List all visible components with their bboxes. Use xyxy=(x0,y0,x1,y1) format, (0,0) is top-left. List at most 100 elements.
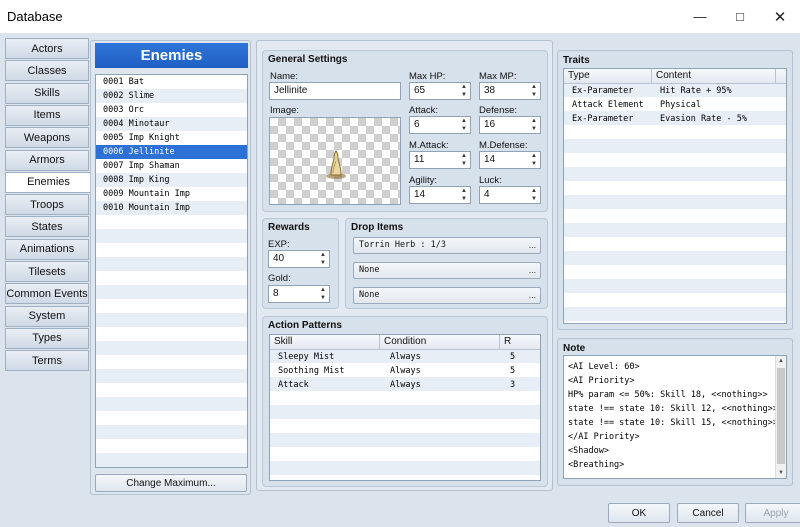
spin-arrows-icon[interactable]: ▲ ▼ xyxy=(318,287,328,301)
gold-value: 8 xyxy=(273,288,279,299)
mattack-field[interactable]: 11 ▲ ▼ xyxy=(409,151,471,169)
list-item[interactable]: 0005 Imp Knight xyxy=(96,131,247,145)
list-item[interactable]: 0002 Slime xyxy=(96,89,247,103)
image-label: Image: xyxy=(270,105,300,116)
maxmp-field[interactable]: 38 ▲ ▼ xyxy=(479,82,541,100)
mdefense-field[interactable]: 14 ▲ ▼ xyxy=(479,151,541,169)
enemies-list[interactable]: 0001 Bat 0002 Slime 0003 Orc 0004 Minotaur 0… xyxy=(95,74,248,468)
maxhp-value: 65 xyxy=(414,85,426,96)
close-icon[interactable]: ✕ xyxy=(760,0,800,33)
traits-title: Traits xyxy=(563,55,590,66)
drop-item-label: None xyxy=(359,265,380,275)
scroll-thumb[interactable] xyxy=(777,368,785,464)
col-skill[interactable]: Skill xyxy=(270,335,380,350)
defense-field[interactable]: 16 ▲ ▼ xyxy=(479,116,541,134)
col-type[interactable]: Type xyxy=(564,69,652,84)
scroll-down-icon[interactable]: ▼ xyxy=(778,470,784,476)
attack-field[interactable]: 6 ▲ ▼ xyxy=(409,116,471,134)
tab-items[interactable]: Items xyxy=(5,104,89,126)
attack-value: 6 xyxy=(414,119,420,130)
minimize-icon[interactable]: — xyxy=(680,0,720,33)
list-item[interactable]: 0008 Imp King xyxy=(96,173,247,187)
spin-arrows-icon[interactable]: ▲ ▼ xyxy=(459,84,469,98)
cancel-button[interactable]: Cancel xyxy=(677,503,739,523)
tab-skills[interactable]: Skills xyxy=(5,82,89,104)
exp-field[interactable]: 40 ▲ ▼ xyxy=(268,250,330,268)
spin-arrows-icon[interactable]: ▲ ▼ xyxy=(459,118,469,132)
list-item[interactable]: 0007 Imp Shaman xyxy=(96,159,247,173)
action-skill: Soothing Mist xyxy=(278,366,345,376)
note-line: state !== state 10: Skill 12, <<nothing>… xyxy=(568,404,778,414)
action-r: 5 xyxy=(510,366,516,376)
window-title: Database xyxy=(7,9,63,24)
col-content[interactable]: Content xyxy=(652,69,776,84)
list-item[interactable]: 0001 Bat xyxy=(96,75,247,89)
defense-value: 16 xyxy=(484,119,496,130)
luck-field[interactable]: 4 ▲ ▼ xyxy=(479,186,541,204)
mattack-value: 11 xyxy=(414,154,425,165)
mdefense-value: 14 xyxy=(484,154,496,165)
tab-armors[interactable]: Armors xyxy=(5,149,89,171)
spin-arrows-icon[interactable]: ▲ ▼ xyxy=(529,188,539,202)
ok-button[interactable]: OK xyxy=(608,503,670,523)
list-item[interactable]: 0004 Minotaur xyxy=(96,117,247,131)
trait-content: Hit Rate + 95% xyxy=(660,86,732,96)
tab-terms[interactable]: Terms xyxy=(5,350,89,372)
more-icon: ... xyxy=(528,265,536,275)
tab-system[interactable]: System xyxy=(5,305,89,327)
trait-type: Ex-Parameter xyxy=(572,86,634,96)
tab-tilesets[interactable]: Tilesets xyxy=(5,261,89,282)
list-item[interactable]: 0003 Orc xyxy=(96,103,247,117)
spin-arrows-icon[interactable]: ▲ ▼ xyxy=(529,84,539,98)
col-r[interactable]: R xyxy=(500,335,540,350)
action-patterns-table[interactable]: Skill Condition R Sleepy Mist Always 5 Soot… xyxy=(269,334,541,481)
action-skill: Attack xyxy=(278,380,309,390)
more-icon: ... xyxy=(528,290,536,300)
change-maximum-button[interactable]: Change Maximum... xyxy=(95,474,247,492)
spin-arrows-icon[interactable]: ▲ ▼ xyxy=(459,188,469,202)
trait-content: Evasion Rate - 5% xyxy=(660,114,747,124)
agility-field[interactable]: 14 ▲ ▼ xyxy=(409,186,471,204)
drop-item-label: None xyxy=(359,290,380,300)
list-item[interactable]: 0006 Jellinite xyxy=(96,145,247,159)
maximize-icon[interactable]: □ xyxy=(720,0,760,33)
drop-item-button[interactable]: None... xyxy=(353,287,541,304)
spin-arrows-icon[interactable]: ▲ ▼ xyxy=(529,118,539,132)
drop-items-title: Drop Items xyxy=(351,222,404,233)
spin-arrows-icon[interactable]: ▲ ▼ xyxy=(529,153,539,167)
list-item[interactable]: 0010 Mountain Imp xyxy=(96,201,247,215)
note-line: <AI Priority> xyxy=(568,376,635,386)
tab-states[interactable]: States xyxy=(5,216,89,238)
tab-troops[interactable]: Troops xyxy=(5,194,89,216)
scroll-up-icon[interactable]: ▲ xyxy=(778,358,784,364)
tab-weapons[interactable]: Weapons xyxy=(5,127,89,149)
note-scrollbar[interactable]: ▲ ▼ xyxy=(775,356,786,478)
drop-item-button[interactable]: Torrin Herb : 1/3... xyxy=(353,237,541,254)
name-field[interactable]: Jellinite xyxy=(269,82,401,100)
agility-label: Agility: xyxy=(409,175,437,186)
col-condition[interactable]: Condition xyxy=(380,335,500,350)
apply-button[interactable]: Apply xyxy=(745,503,800,523)
tab-types[interactable]: Types xyxy=(5,327,89,349)
maxhp-field[interactable]: 65 ▲ ▼ xyxy=(409,82,471,100)
enemy-image[interactable] xyxy=(269,117,401,205)
tab-common-events[interactable]: Common Events xyxy=(5,283,89,305)
gold-field[interactable]: 8 ▲ ▼ xyxy=(268,285,330,303)
drop-item-button[interactable]: None... xyxy=(353,262,541,279)
exp-value: 40 xyxy=(273,253,285,264)
tab-animations[interactable]: Animations xyxy=(5,238,89,260)
action-r: 3 xyxy=(510,380,516,390)
note-textarea[interactable]: <AI Level: 60> <AI Priority> HP% param <= … xyxy=(563,355,787,479)
spin-arrows-icon[interactable]: ▲ ▼ xyxy=(459,153,469,167)
note-line: <Breathing> xyxy=(568,460,625,470)
tab-classes[interactable]: Classes xyxy=(5,60,89,82)
rewards-title: Rewards xyxy=(268,222,310,233)
list-item[interactable]: 0009 Mountain Imp xyxy=(96,187,247,201)
note-line: HP% param <= 50%: Skill 18, <<nothing>> xyxy=(568,390,768,400)
tab-actors[interactable]: Actors xyxy=(5,38,89,59)
tab-enemies[interactable]: Enemies xyxy=(5,171,91,193)
note-line: </AI Priority> xyxy=(568,432,640,442)
traits-table[interactable]: Type Content Ex-Parameter Hit Rate + 95% A… xyxy=(563,68,787,324)
action-condition: Always xyxy=(390,352,421,362)
spin-arrows-icon[interactable]: ▲ ▼ xyxy=(318,252,328,266)
